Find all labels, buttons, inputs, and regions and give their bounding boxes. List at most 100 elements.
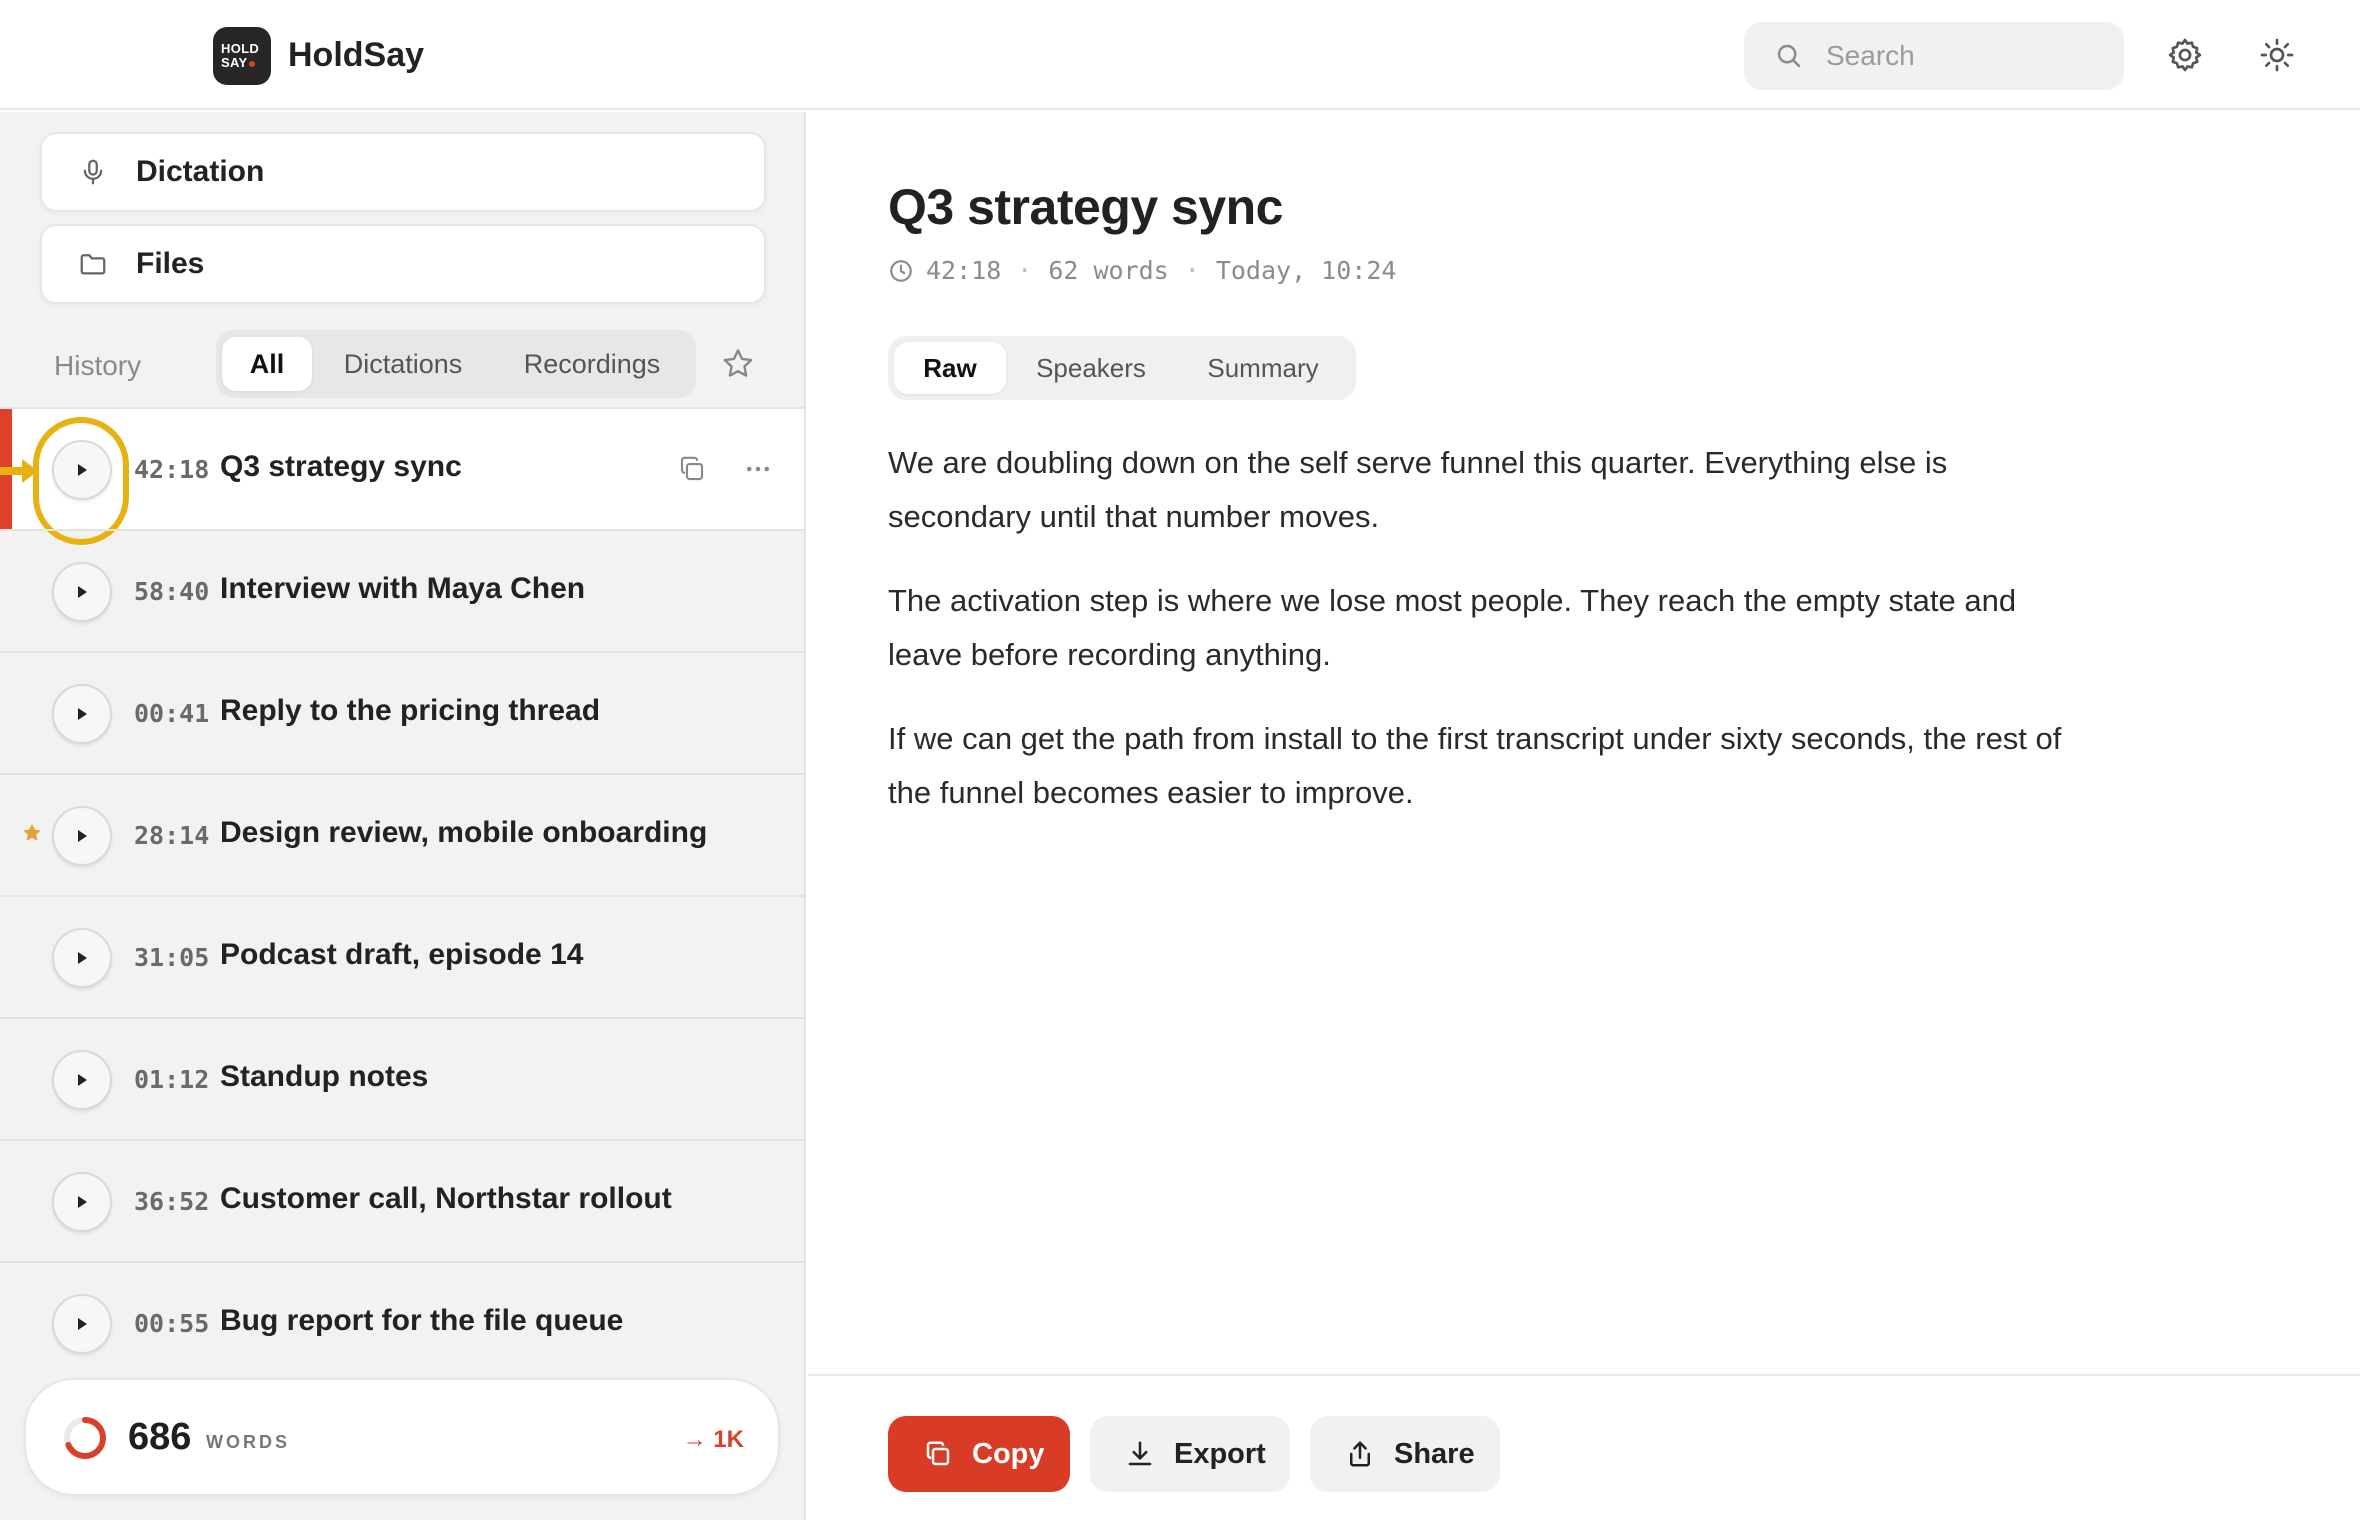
folder-icon xyxy=(76,247,110,281)
nav-dictation[interactable]: Dictation xyxy=(40,132,766,212)
gear-icon xyxy=(2168,38,2202,72)
meta-separator: · xyxy=(1017,256,1033,285)
play-button[interactable] xyxy=(52,1050,112,1110)
more-icon[interactable] xyxy=(740,451,776,487)
share-button[interactable]: Share xyxy=(1310,1416,1500,1492)
sun-icon xyxy=(2260,38,2294,72)
word-goal: → 1K xyxy=(682,1426,744,1453)
settings-button[interactable] xyxy=(2164,34,2206,76)
nav-dictation-label: Dictation xyxy=(136,155,265,188)
search-icon xyxy=(1777,44,1801,68)
star-icon xyxy=(23,824,41,841)
theme-toggle-button[interactable] xyxy=(2256,34,2298,76)
item-title: Podcast draft, episode 14 xyxy=(220,938,584,971)
filter-dictations[interactable]: Dictations xyxy=(312,337,494,391)
history-item[interactable]: 28:14 Design review, mobile onboarding xyxy=(0,773,804,895)
item-duration: 31:05 xyxy=(134,943,210,972)
meta-date: Today, 10:24 xyxy=(1215,256,1397,285)
play-button[interactable] xyxy=(52,1294,112,1354)
item-title: Q3 strategy sync xyxy=(220,450,462,483)
copy-button[interactable]: Copy xyxy=(888,1416,1070,1492)
play-button[interactable] xyxy=(52,440,112,500)
play-button[interactable] xyxy=(52,928,112,988)
export-button[interactable]: Export xyxy=(1090,1416,1290,1492)
tab-speakers[interactable]: Speakers xyxy=(1006,342,1176,394)
app-title: HoldSay xyxy=(288,36,425,74)
play-icon xyxy=(78,464,87,476)
app-logo: HOLD SAY xyxy=(213,27,271,85)
play-icon xyxy=(78,586,87,598)
play-button[interactable] xyxy=(52,684,112,744)
search-input[interactable] xyxy=(1826,40,2086,72)
history-item[interactable]: 01:12 Standup notes xyxy=(0,1017,804,1139)
microphone-icon xyxy=(76,155,110,189)
search-bar[interactable] xyxy=(1744,22,2124,90)
item-actions xyxy=(674,451,776,487)
tab-summary[interactable]: Summary xyxy=(1176,342,1350,394)
clock-icon xyxy=(890,259,912,282)
action-bar: Copy Export Share xyxy=(808,1374,2360,1520)
item-duration: 00:55 xyxy=(134,1309,210,1338)
play-icon xyxy=(78,1074,87,1086)
history-item[interactable]: 58:40 Interview with Maya Chen xyxy=(0,529,804,651)
item-duration: 58:40 xyxy=(134,577,210,606)
transcript-text: We are doubling down on the self serve f… xyxy=(888,436,2088,850)
transcript-panel: Q3 strategy sync 42:18 · 62 words · Toda… xyxy=(808,112,2360,1520)
transcript-tabs: Raw Speakers Summary xyxy=(888,336,1356,400)
item-title: Reply to the pricing thread xyxy=(220,694,601,727)
document-meta: 42:18 · 62 words · Today, 10:24 xyxy=(888,256,1396,285)
transcript-paragraph: We are doubling down on the self serve f… xyxy=(888,445,1948,534)
transcript-paragraph: The activation step is where we lose mos… xyxy=(888,583,2017,672)
word-progress-ring xyxy=(64,1417,106,1459)
top-bar: HOLD SAY HoldSay xyxy=(0,0,2360,110)
history-item[interactable]: 36:52 Customer call, Northstar rollout xyxy=(0,1139,804,1261)
tab-raw[interactable]: Raw xyxy=(894,342,1006,394)
arrow-right-icon xyxy=(0,459,38,483)
play-button[interactable] xyxy=(52,562,112,622)
nav-files-label: Files xyxy=(136,247,205,280)
meta-words: 62 words xyxy=(1048,256,1169,285)
share-icon xyxy=(1344,1438,1376,1470)
history-item[interactable]: 00:55 Bug report for the file queue xyxy=(0,1261,804,1383)
nav-files[interactable]: Files xyxy=(40,224,766,304)
item-duration: 28:14 xyxy=(134,821,210,850)
export-label: Export xyxy=(1174,1437,1266,1470)
copy-label: Copy xyxy=(972,1437,1045,1470)
item-title: Design review, mobile onboarding xyxy=(220,816,708,849)
word-count: 686 xyxy=(128,1416,192,1458)
history-item[interactable]: 31:05 Podcast draft, episode 14 xyxy=(0,895,804,1017)
transcript-paragraph: If we can get the path from install to t… xyxy=(888,721,2062,810)
item-title: Bug report for the file queue xyxy=(220,1304,624,1337)
history-header: History All Dictations Recordings xyxy=(0,330,804,402)
history-item[interactable]: 42:18 Q3 strategy sync xyxy=(0,407,804,545)
sidebar: Dictation Files History All Dictations R… xyxy=(0,112,806,1520)
item-duration: 42:18 xyxy=(134,455,210,484)
word-count-bar: 686 WORDS → 1K xyxy=(24,1378,780,1496)
item-duration: 00:41 xyxy=(134,699,210,728)
download-icon xyxy=(1124,1438,1156,1470)
item-title: Customer call, Northstar rollout xyxy=(220,1182,672,1215)
play-icon xyxy=(78,1196,87,1208)
play-icon xyxy=(78,830,87,842)
item-title: Interview with Maya Chen xyxy=(220,572,586,605)
word-count-unit: WORDS xyxy=(206,1432,290,1452)
item-duration: 01:12 xyxy=(134,1065,210,1094)
play-icon xyxy=(78,1318,87,1330)
history-label: History xyxy=(54,350,142,381)
history-list: 42:18 Q3 strategy sync 58:40 Interview with… xyxy=(0,407,804,1383)
history-filter: All Dictations Recordings xyxy=(216,330,696,398)
play-button[interactable] xyxy=(52,1172,112,1232)
item-duration: 36:52 xyxy=(134,1187,210,1216)
history-item[interactable]: 00:41 Reply to the pricing thread xyxy=(0,651,804,773)
filter-all[interactable]: All xyxy=(222,337,312,391)
copy-icon xyxy=(922,1438,954,1470)
copy-item-icon[interactable] xyxy=(674,451,710,487)
play-icon xyxy=(78,952,87,964)
play-button[interactable] xyxy=(52,806,112,866)
filter-recordings[interactable]: Recordings xyxy=(494,337,690,391)
star-filter-icon[interactable] xyxy=(720,346,756,382)
share-label: Share xyxy=(1394,1437,1475,1470)
page-title: Q3 strategy sync xyxy=(888,179,1283,235)
play-icon xyxy=(78,708,87,720)
meta-duration: 42:18 xyxy=(926,256,1002,285)
